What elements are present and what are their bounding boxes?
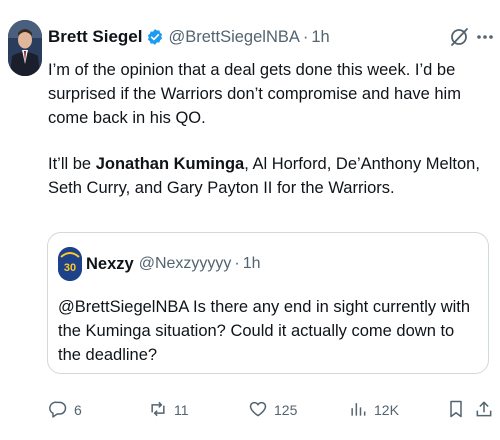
quoted-header: Nexzy @Nexzyyyyy · 1h xyxy=(86,253,261,275)
reply-count: 6 xyxy=(74,402,82,418)
quoted-separator: · xyxy=(234,255,240,272)
repost-count: 11 xyxy=(174,402,189,418)
author-display-name[interactable]: Brett Siegel xyxy=(48,27,142,47)
author-handle[interactable]: @BrettSiegelNBA xyxy=(168,28,299,47)
quoted-tweet[interactable]: 30 Nexzy @Nexzyyyyy · 1h @BrettSiegelNBA… xyxy=(47,232,489,374)
quoted-time[interactable]: 1h xyxy=(243,255,261,273)
reply-icon xyxy=(48,399,68,422)
like-count: 125 xyxy=(274,402,298,418)
bookmark-icon xyxy=(446,399,466,422)
share-button[interactable] xyxy=(474,395,494,425)
views-count: 12K xyxy=(374,402,399,418)
quoted-text: @BrettSiegelNBA Is there any end in sigh… xyxy=(58,298,471,364)
tweet-p2-bold: Jonathan Kuminga xyxy=(95,155,245,173)
tweet-header: Brett Siegel @BrettSiegelNBA · 1h xyxy=(48,26,330,48)
quoted-avatar[interactable]: 30 xyxy=(58,247,82,281)
views-button[interactable]: 12K xyxy=(348,395,399,425)
quoted-display-name[interactable]: Nexzy xyxy=(86,255,134,274)
action-bar: 6 11 125 12K xyxy=(48,395,496,425)
bookmark-button[interactable] xyxy=(446,395,466,425)
quoted-avatar-number: 30 xyxy=(64,262,76,274)
repost-button[interactable]: 11 xyxy=(148,395,189,425)
quoted-handle[interactable]: @Nexzyyyyy xyxy=(139,255,232,273)
more-icon[interactable] xyxy=(474,26,496,48)
tweet-p2-prefix: It’ll be xyxy=(48,155,96,173)
reply-button[interactable]: 6 xyxy=(48,395,82,425)
like-button[interactable]: 125 xyxy=(248,395,297,425)
tweet-paragraph-2: It’ll be Jonathan Kuminga, Al Horford, D… xyxy=(48,152,496,200)
repost-icon xyxy=(148,399,168,422)
author-avatar[interactable] xyxy=(8,20,42,76)
like-icon xyxy=(248,399,268,422)
share-icon xyxy=(474,399,494,422)
verified-badge-icon[interactable] xyxy=(146,28,164,46)
tweet-text: I’m of the opinion that a deal gets done… xyxy=(48,58,496,200)
post-time[interactable]: 1h xyxy=(311,28,329,47)
views-icon xyxy=(348,399,368,422)
tweet: Brett Siegel @BrettSiegelNBA · 1h I’m of… xyxy=(0,0,500,440)
tweet-paragraph-1: I’m of the opinion that a deal gets done… xyxy=(48,61,461,127)
grok-icon[interactable] xyxy=(448,26,470,48)
header-separator: · xyxy=(302,27,309,46)
